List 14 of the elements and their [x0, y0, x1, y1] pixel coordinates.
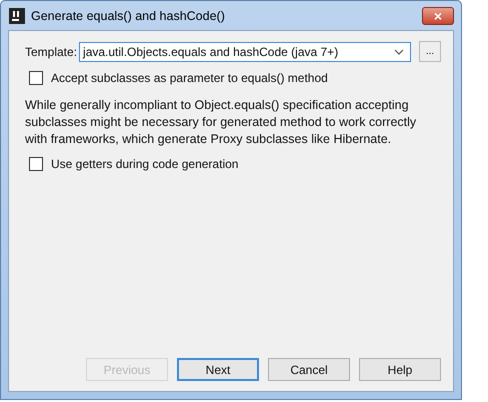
dialog-button[interactable]: Help	[359, 358, 441, 381]
dialog-button[interactable]: Cancel	[268, 358, 350, 381]
app-icon	[9, 8, 25, 24]
window-title: Generate equals() and hashCode()	[31, 8, 225, 22]
checkbox[interactable]	[29, 157, 43, 171]
description-text: While generally incompliant to Object.equals() specification accepting subclasses might be necessary for generated method to work correctly with frameworks, which generate Proxy subclasses like Hibernate.	[25, 97, 418, 148]
template-dropdown[interactable]: java.util.Objects.equals and hashCode (java 7+)	[79, 42, 411, 62]
dialog-button[interactable]: Next	[177, 358, 259, 381]
browse-button[interactable]: ...	[419, 41, 441, 62]
checkbox-label: Use getters during code generation	[51, 157, 238, 171]
template-label: Template:	[25, 44, 78, 58]
chevron-icon	[394, 48, 404, 54]
checkbox-label: Accept subclasses as parameter to equals() method	[51, 71, 328, 85]
checkbox[interactable]	[29, 71, 43, 85]
